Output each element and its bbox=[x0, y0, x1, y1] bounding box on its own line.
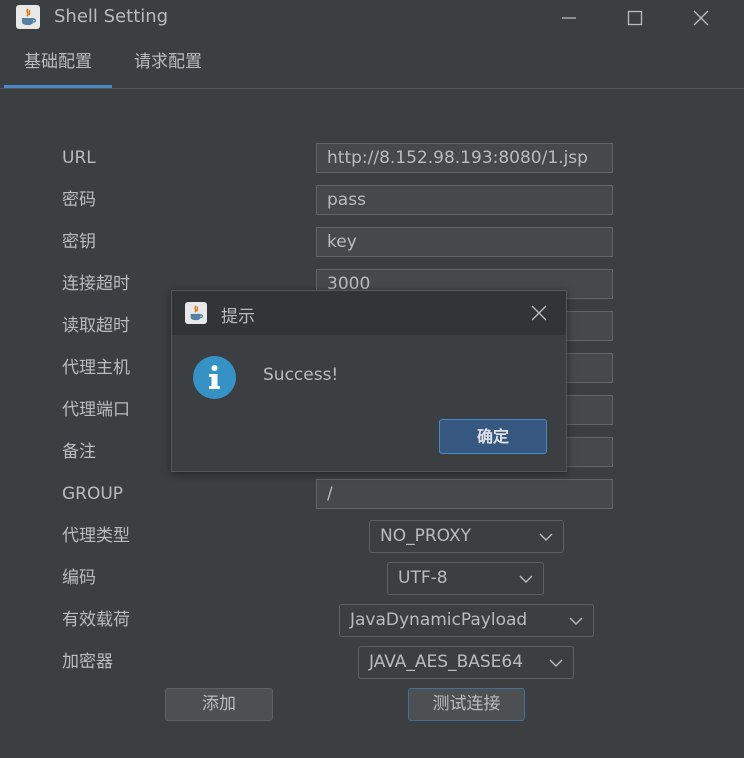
java-app-icon bbox=[185, 302, 207, 324]
chevron-down-icon bbox=[549, 659, 563, 667]
encoding-label: 编码 bbox=[62, 568, 96, 588]
close-icon bbox=[693, 10, 709, 26]
java-app-icon bbox=[16, 5, 40, 29]
proxy-type-select[interactable]: NO_PROXY bbox=[369, 520, 564, 553]
group-label: GROUP bbox=[62, 484, 124, 504]
encoding-value: UTF-8 bbox=[398, 568, 448, 588]
message-dialog: 提示 Success! 确定 bbox=[171, 290, 567, 472]
password-label: 密码 bbox=[62, 190, 96, 210]
chevron-down-icon bbox=[519, 575, 533, 583]
chevron-down-icon bbox=[569, 617, 583, 625]
password-field[interactable]: pass bbox=[316, 185, 613, 215]
dialog-message: Success! bbox=[263, 365, 339, 385]
tab-basic-config[interactable]: 基础配置 bbox=[4, 38, 112, 88]
dialog-close-button[interactable] bbox=[522, 297, 556, 329]
cryption-select[interactable]: JAVA_AES_BASE64 bbox=[358, 646, 574, 679]
payload-select[interactable]: JavaDynamicPayload bbox=[339, 604, 594, 637]
add-button[interactable]: 添加 bbox=[165, 688, 273, 721]
minimize-icon bbox=[562, 17, 576, 19]
connect-timeout-label: 连接超时 bbox=[62, 274, 130, 294]
proxy-type-value: NO_PROXY bbox=[380, 526, 471, 546]
close-button[interactable] bbox=[678, 0, 724, 36]
payload-value: JavaDynamicPayload bbox=[350, 610, 528, 630]
dialog-title: 提示 bbox=[221, 307, 255, 327]
window-titlebar: Shell Setting bbox=[0, 0, 744, 36]
cryption-label: 加密器 bbox=[62, 652, 113, 672]
proxy-host-label: 代理主机 bbox=[62, 358, 130, 378]
minimize-button[interactable] bbox=[546, 0, 592, 36]
test-connection-button[interactable]: 测试连接 bbox=[408, 688, 525, 721]
chevron-down-icon bbox=[539, 533, 553, 541]
proxy-type-label: 代理类型 bbox=[62, 526, 130, 546]
close-icon bbox=[531, 305, 547, 321]
remark-label: 备注 bbox=[62, 442, 96, 462]
cryption-value: JAVA_AES_BASE64 bbox=[369, 652, 524, 672]
maximize-button[interactable] bbox=[612, 0, 658, 36]
tab-request-config[interactable]: 请求配置 bbox=[120, 38, 216, 86]
proxy-port-label: 代理端口 bbox=[62, 400, 130, 420]
ok-button[interactable]: 确定 bbox=[439, 419, 547, 454]
url-label: URL bbox=[62, 148, 96, 168]
key-field[interactable]: key bbox=[316, 227, 613, 257]
encoding-select[interactable]: UTF-8 bbox=[387, 562, 544, 595]
group-field[interactable]: / bbox=[316, 479, 613, 509]
info-icon bbox=[193, 356, 236, 399]
dialog-titlebar: 提示 bbox=[172, 291, 566, 335]
url-field[interactable]: http://8.152.98.193:8080/1.jsp bbox=[316, 143, 613, 173]
maximize-icon bbox=[627, 10, 643, 26]
read-timeout-label: 读取超时 bbox=[62, 316, 130, 336]
tab-bar: 基础配置 请求配置 bbox=[0, 38, 744, 89]
window-title: Shell Setting bbox=[54, 6, 169, 27]
payload-label: 有效载荷 bbox=[62, 610, 130, 630]
key-label: 密钥 bbox=[62, 232, 96, 252]
